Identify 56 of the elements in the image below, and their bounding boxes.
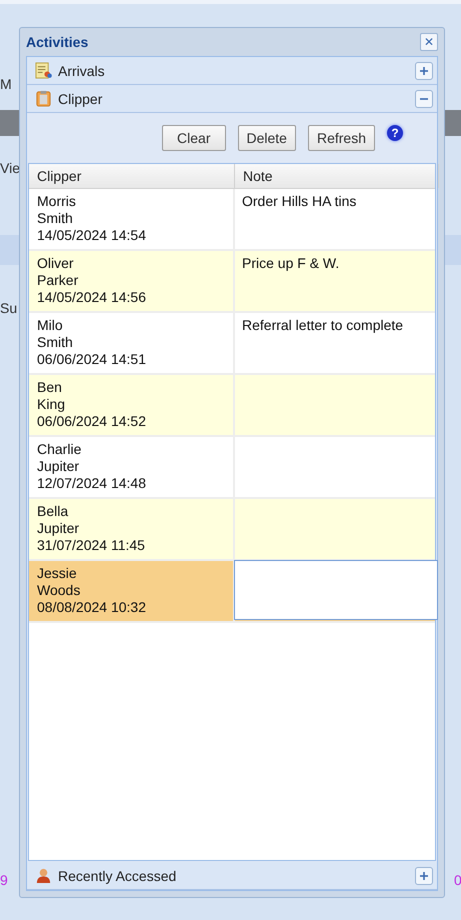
last-name: Smith bbox=[37, 210, 74, 227]
last-name: Woods bbox=[37, 582, 82, 599]
table-row[interactable]: Bella Jupiter 31/07/2024 11:45 bbox=[29, 499, 435, 561]
table-row[interactable]: Jessie Woods 08/08/2024 10:32 bbox=[29, 561, 435, 623]
table-row[interactable]: Oliver Parker 14/05/2024 14:56 Price up F & W. bbox=[29, 251, 435, 313]
expand-button[interactable] bbox=[415, 62, 433, 80]
first-name: Milo bbox=[37, 317, 64, 334]
timestamp: 31/07/2024 11:45 bbox=[37, 537, 146, 554]
timestamp: 12/07/2024 14:48 bbox=[37, 475, 147, 492]
expand-button[interactable] bbox=[415, 866, 433, 884]
column-header[interactable]: Clipper bbox=[29, 164, 235, 188]
timestamp: 14/05/2024 14:56 bbox=[37, 289, 147, 306]
note-input-field[interactable] bbox=[234, 560, 438, 620]
toolbar-button[interactable]: Refresh bbox=[308, 125, 375, 151]
background-text: 9 bbox=[0, 872, 8, 888]
table-row[interactable]: Milo Smith 06/06/2024 14:51 Referral letter to complete bbox=[29, 313, 435, 375]
plus-icon bbox=[419, 870, 429, 880]
background-text: Vie bbox=[0, 160, 20, 176]
timestamp: 06/06/2024 14:52 bbox=[37, 413, 147, 430]
note-text: Order Hills HA tins bbox=[242, 193, 358, 210]
table-row[interactable]: Ben King 06/06/2024 14:52 bbox=[29, 375, 435, 437]
section-title: Arrivals bbox=[58, 62, 106, 78]
last-name: King bbox=[37, 396, 66, 413]
first-name: Oliver bbox=[37, 255, 75, 272]
table-row[interactable]: Charlie Jupiter 12/07/2024 14:48 bbox=[29, 437, 435, 499]
clipboard-icon bbox=[35, 90, 52, 107]
first-name: Bella bbox=[37, 503, 70, 520]
first-name: Charlie bbox=[37, 441, 82, 458]
last-name: Jupiter bbox=[37, 458, 80, 475]
first-name: Jessie bbox=[37, 565, 78, 582]
timestamp: 08/08/2024 10:32 bbox=[37, 599, 147, 616]
timestamp: 06/06/2024 14:51 bbox=[37, 351, 147, 368]
background-text: Su bbox=[0, 300, 18, 316]
background-text: 0 bbox=[454, 872, 461, 888]
section-title: Clipper bbox=[58, 90, 104, 106]
help-button[interactable]: ? bbox=[387, 125, 403, 141]
report-icon bbox=[35, 62, 52, 79]
last-name: Parker bbox=[37, 272, 80, 289]
close-button[interactable]: ✕ bbox=[420, 33, 438, 51]
table-row[interactable]: Morris Smith 14/05/2024 14:54 Order Hills HA tins bbox=[29, 189, 435, 251]
first-name: Ben bbox=[37, 379, 63, 396]
note-text: Price up F & W. bbox=[242, 255, 340, 272]
plus-icon bbox=[419, 66, 429, 76]
first-name: Morris bbox=[37, 193, 77, 210]
toolbar-button[interactable]: Clear bbox=[162, 125, 226, 151]
last-name: Smith bbox=[37, 334, 74, 351]
window-title: Activities bbox=[26, 34, 88, 50]
section-title: Recently Accessed bbox=[58, 868, 178, 884]
last-name: Jupiter bbox=[37, 520, 80, 537]
column-header[interactable]: Note bbox=[235, 164, 439, 188]
collapse-button[interactable] bbox=[415, 90, 433, 108]
note-text: Referral letter to complete bbox=[242, 317, 404, 334]
toolbar-button[interactable]: Delete bbox=[238, 125, 296, 151]
timestamp: 14/05/2024 14:54 bbox=[37, 227, 147, 244]
background-text: M bbox=[0, 76, 12, 92]
person-icon bbox=[35, 867, 52, 884]
